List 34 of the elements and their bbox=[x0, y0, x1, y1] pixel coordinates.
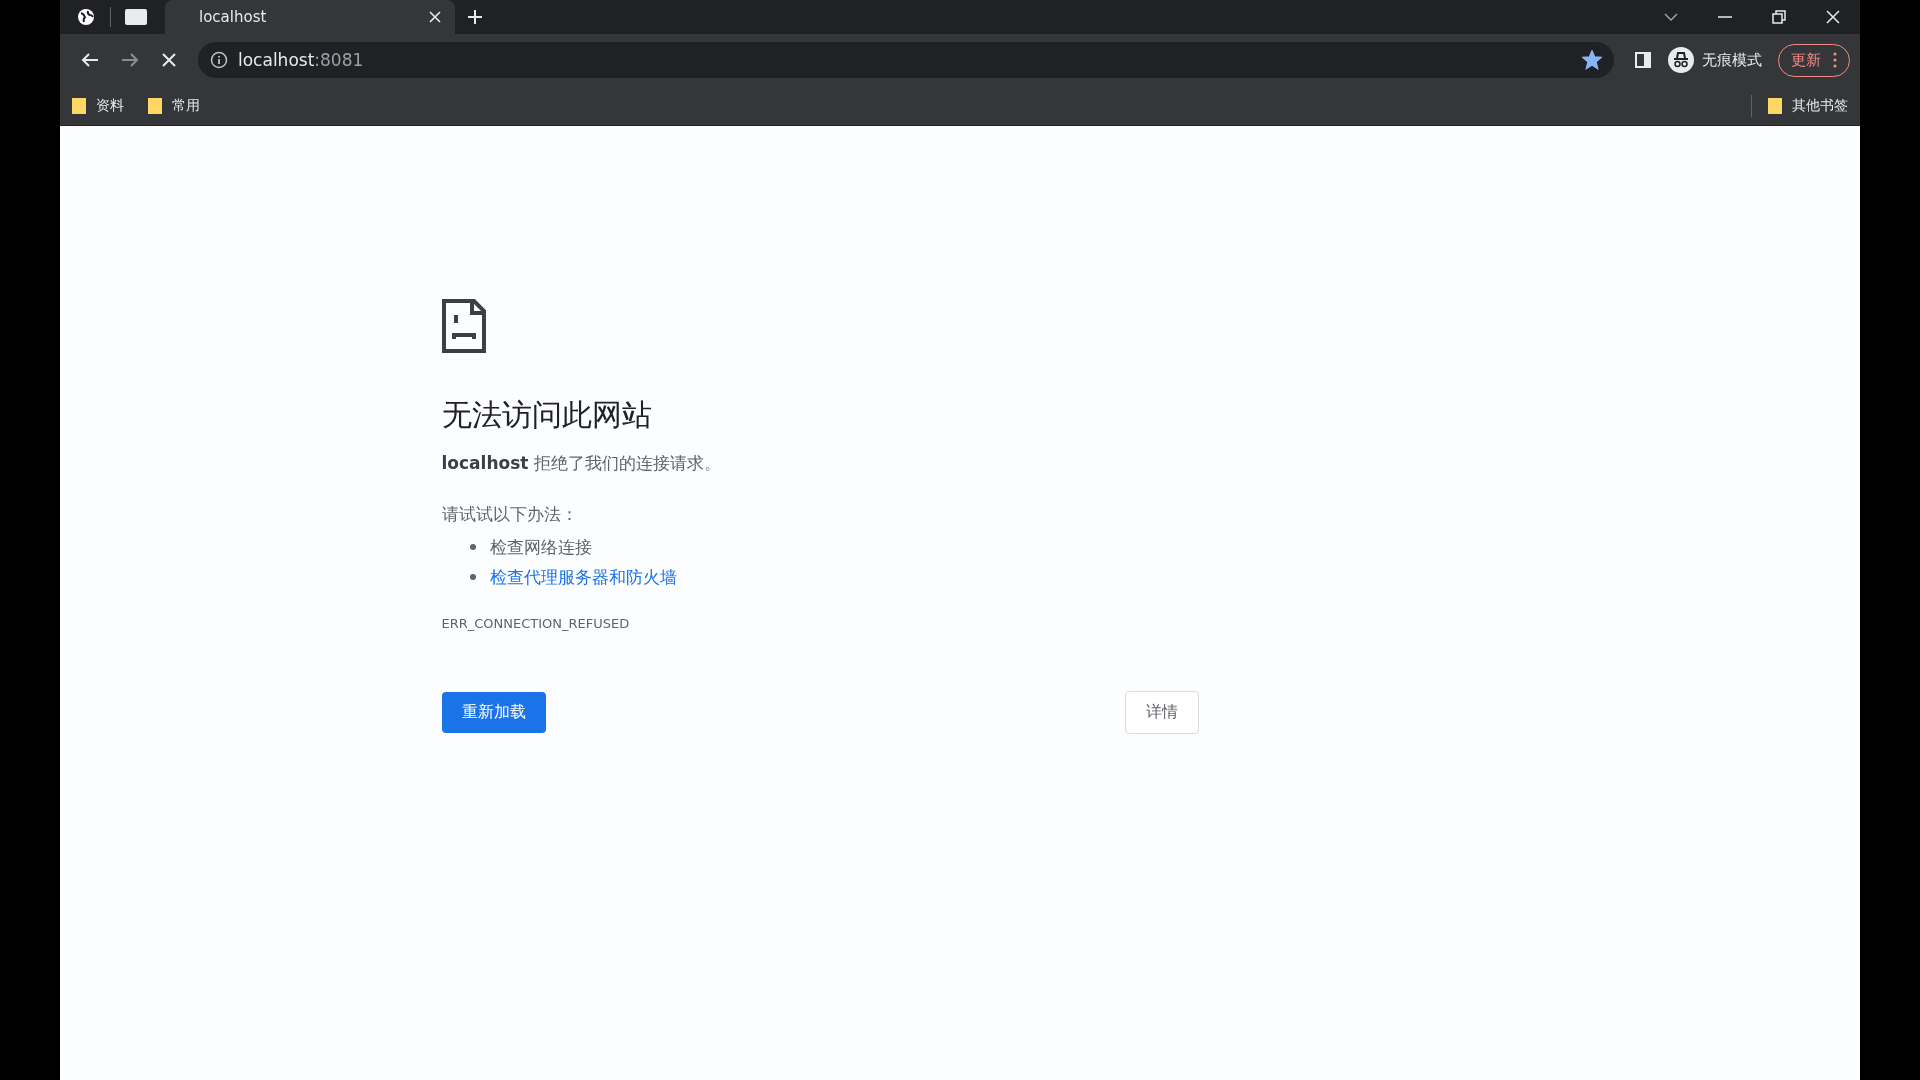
suggestion-text: 检查网络连接 bbox=[489, 535, 592, 559]
bookmark-folder[interactable]: 资料 bbox=[72, 96, 124, 115]
new-tab-icon[interactable] bbox=[467, 9, 483, 25]
reload-button[interactable]: 重新加载 bbox=[441, 692, 546, 733]
globe-icon[interactable] bbox=[76, 7, 96, 27]
suggestions-heading: 请试试以下办法： bbox=[441, 503, 579, 526]
close-icon[interactable] bbox=[429, 11, 441, 23]
side-panel-icon[interactable] bbox=[1635, 52, 1651, 68]
error-title: 无法访问此网站 bbox=[441, 396, 653, 434]
close-icon[interactable] bbox=[1826, 10, 1840, 24]
details-button[interactable]: 详情 bbox=[1124, 691, 1199, 734]
folder-icon bbox=[148, 97, 162, 114]
incognito-icon bbox=[1668, 47, 1694, 73]
restore-icon[interactable] bbox=[1772, 10, 1786, 24]
error-message: localhost 拒绝了我们的连接请求。 bbox=[441, 452, 722, 475]
bookmark-folder[interactable]: 常用 bbox=[148, 96, 200, 115]
forward-icon[interactable] bbox=[121, 52, 139, 68]
bullet-icon bbox=[469, 544, 476, 550]
error-code: ERR_CONNECTION_REFUSED bbox=[441, 616, 631, 631]
stop-icon[interactable] bbox=[161, 52, 177, 68]
proxy-firewall-link[interactable]: 检查代理服务器和防火墙 bbox=[489, 565, 677, 589]
back-icon[interactable] bbox=[81, 52, 99, 68]
address-bar[interactable]: localhost:8081 bbox=[198, 42, 1614, 78]
browser-tab[interactable]: localhost bbox=[165, 0, 455, 34]
incognito-button[interactable]: 无痕模式 bbox=[1668, 47, 1772, 73]
bookmark-folder[interactable]: 其他书签 bbox=[1768, 96, 1848, 115]
star-icon[interactable] bbox=[1582, 50, 1602, 70]
folder-icon bbox=[1768, 97, 1782, 114]
more-icon bbox=[1833, 52, 1837, 68]
folder-icon bbox=[72, 97, 86, 114]
info-icon[interactable] bbox=[210, 51, 228, 69]
sad-page-icon bbox=[441, 299, 486, 353]
chevron-down-icon[interactable] bbox=[1664, 13, 1678, 21]
bullet-icon bbox=[469, 574, 476, 580]
